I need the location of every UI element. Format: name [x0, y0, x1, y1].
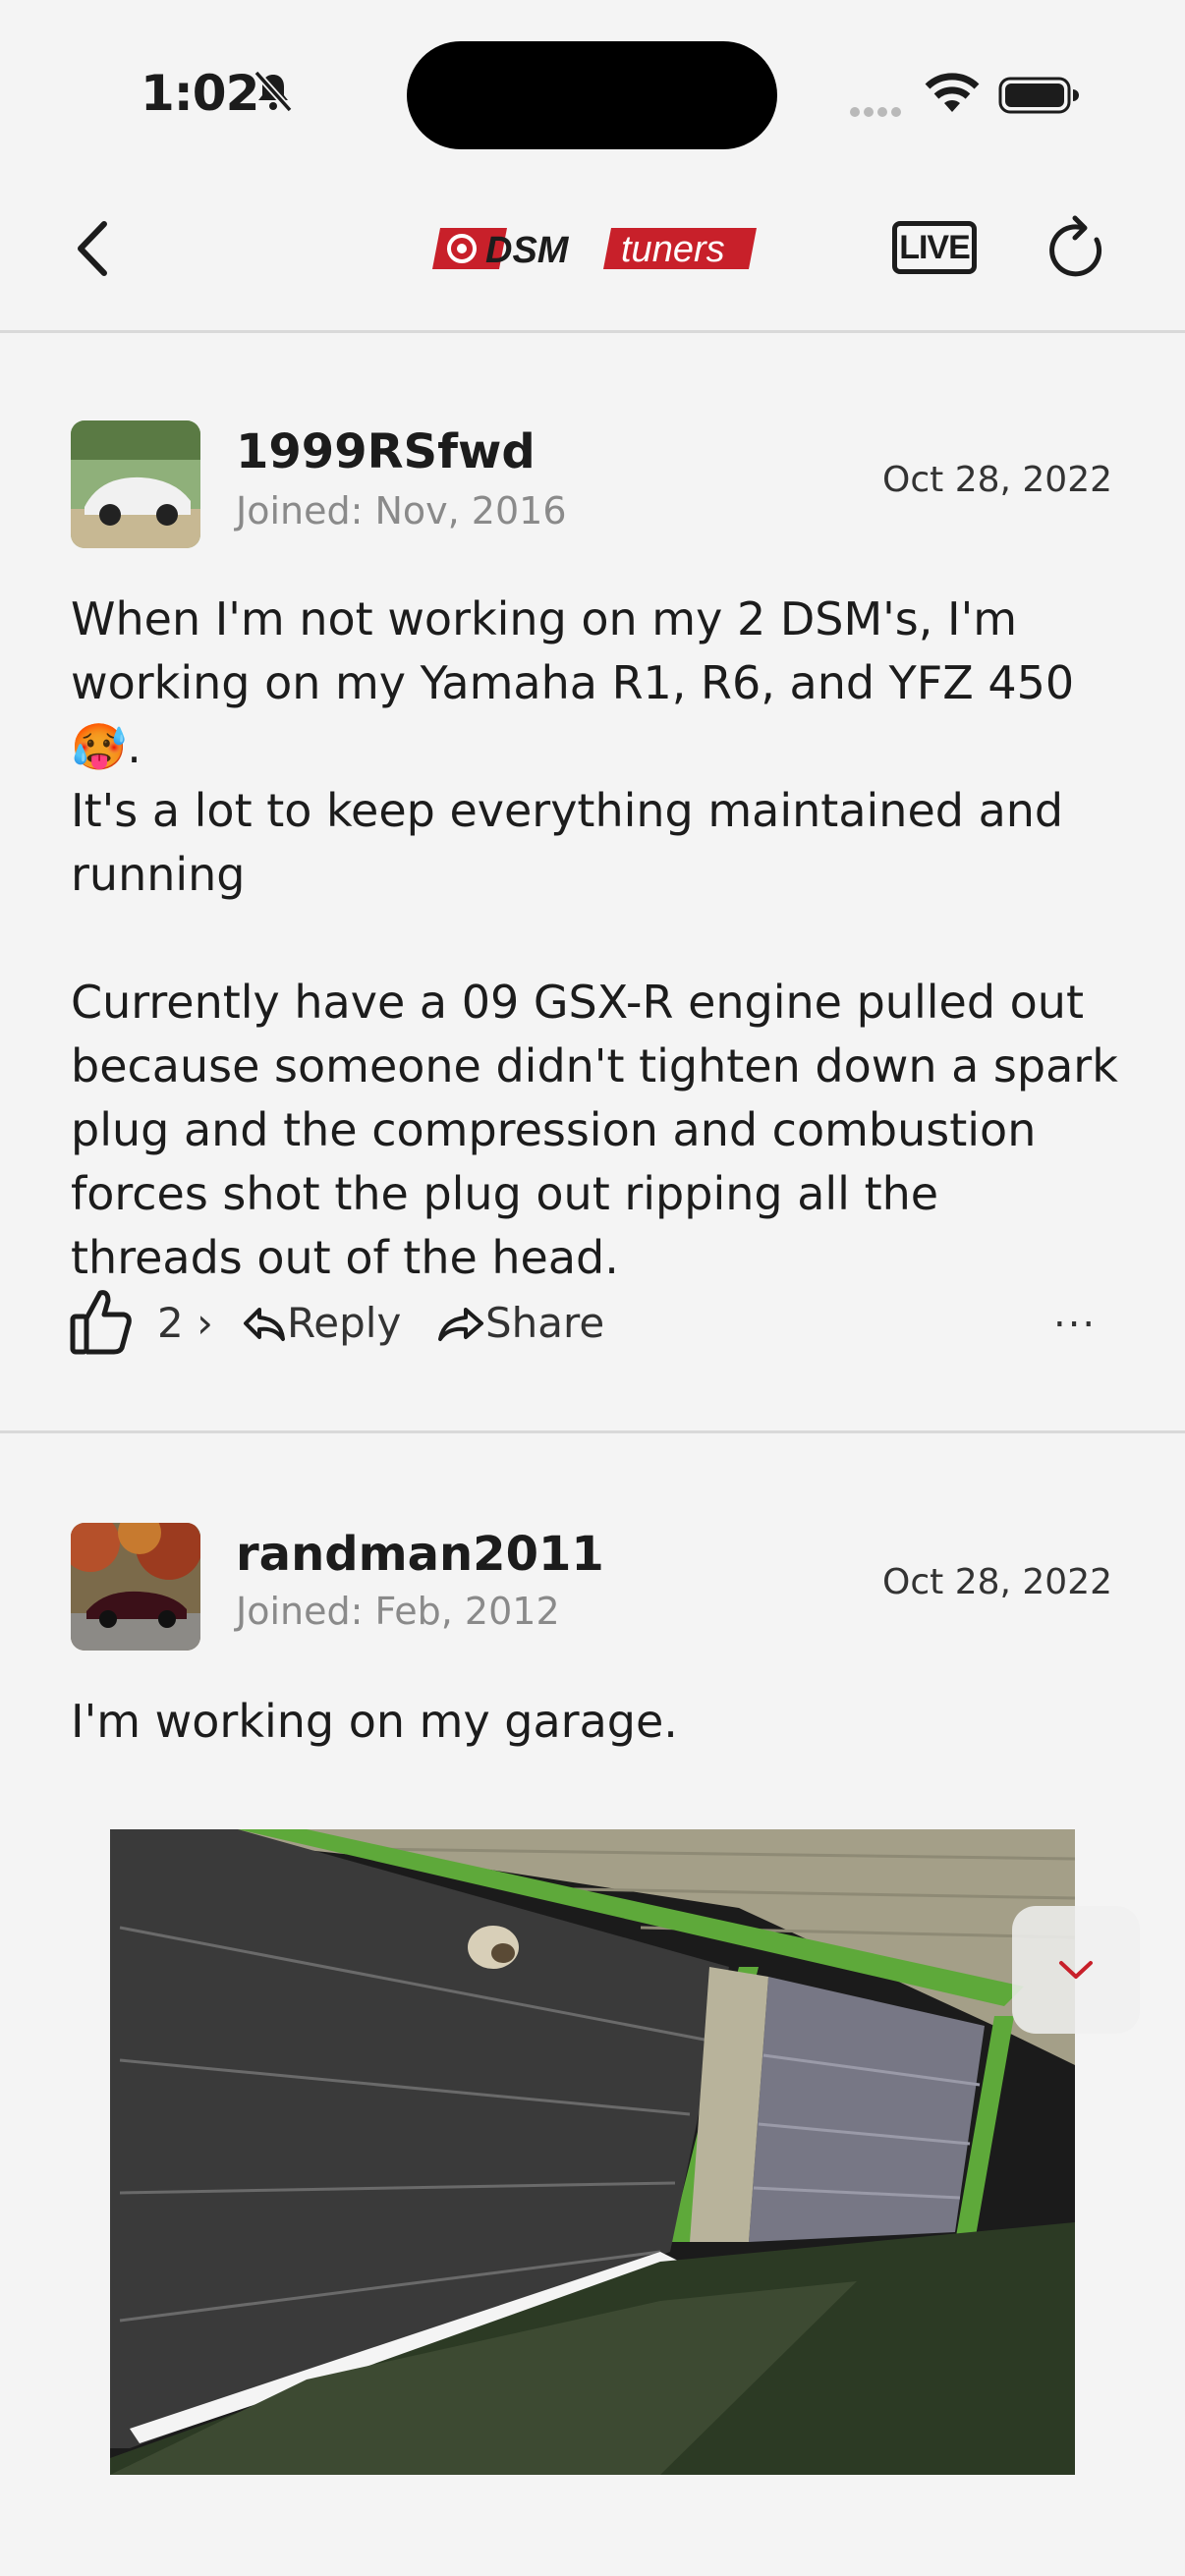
silent-bell-icon	[254, 70, 293, 113]
more-options-button[interactable]: ...	[1053, 1291, 1097, 1336]
refresh-icon[interactable]	[1045, 212, 1110, 283]
post-joined: Joined: Feb, 2012	[236, 1590, 560, 1633]
post-date: Oct 28, 2022	[882, 460, 1112, 500]
battery-icon	[998, 77, 1079, 114]
svg-text:DSM: DSM	[485, 230, 570, 271]
post-divider	[0, 1430, 1185, 1433]
like-thumb-icon[interactable]	[69, 1287, 134, 1356]
share-arrow-icon	[438, 1308, 483, 1341]
post-joined: Joined: Nov, 2016	[236, 489, 567, 532]
reply-button[interactable]: Reply	[242, 1299, 401, 1347]
post-paragraph: When I'm not working on my 2 DSM's, I'm …	[71, 592, 1075, 773]
post-username[interactable]: 1999RSfwd	[236, 424, 536, 479]
post-username[interactable]: randman2011	[236, 1527, 604, 1582]
post-actions: 2 › Reply Share ...	[69, 1277, 1120, 1366]
post-body: I'm working on my garage.	[71, 1690, 1122, 1754]
avatar[interactable]	[71, 420, 200, 548]
post-date: Oct 28, 2022	[882, 1562, 1112, 1602]
chevron-down-icon	[1059, 1961, 1093, 1979]
share-button[interactable]: Share	[436, 1299, 604, 1347]
like-count[interactable]: 2 ›	[157, 1299, 213, 1347]
back-chevron-icon[interactable]	[69, 216, 118, 281]
svg-text:tuners: tuners	[621, 229, 725, 270]
live-button[interactable]: LIVE	[892, 221, 977, 274]
wifi-icon	[925, 73, 980, 112]
scroll-down-button[interactable]	[1012, 1906, 1140, 2034]
nav-bar: DSM tuners LIVE	[0, 177, 1185, 333]
reply-label: Reply	[287, 1299, 402, 1347]
post-body: When I'm not working on my 2 DSM's, I'm …	[71, 588, 1122, 1290]
cell-signal-icon	[850, 102, 905, 121]
dynamic-island	[407, 41, 777, 149]
status-bar: 1:02	[0, 0, 1185, 177]
post-paragraph: Currently have a 09 GSX-R engine pulled …	[71, 976, 1118, 1284]
status-time: 1:02	[141, 65, 259, 122]
reply-arrow-icon	[244, 1308, 285, 1341]
share-label: Share	[485, 1299, 605, 1347]
dsm-tuners-logo[interactable]: DSM tuners	[428, 226, 757, 271]
avatar[interactable]	[71, 1523, 200, 1651]
post-image[interactable]	[110, 1829, 1075, 2475]
post-paragraph: I'm working on my garage.	[71, 1695, 678, 1748]
post-paragraph: It's a lot to keep everything maintained…	[71, 784, 1064, 901]
